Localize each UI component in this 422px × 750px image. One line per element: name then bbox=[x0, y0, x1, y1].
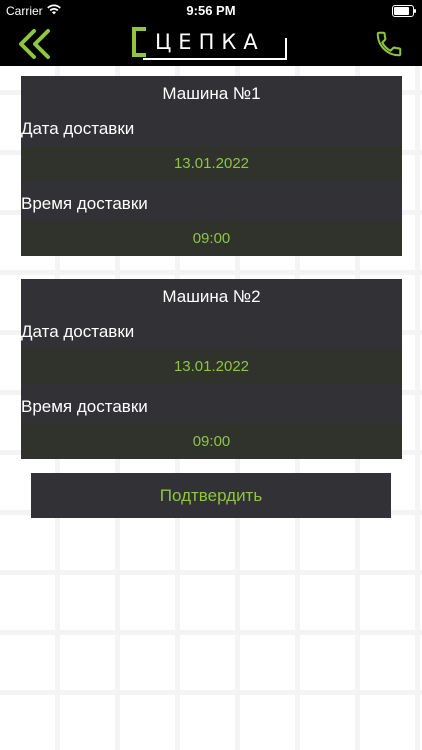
main-content: Машина №1 Дата доставки 13.01.2022 Время… bbox=[0, 66, 422, 750]
logo-text: ЦЕПКА bbox=[155, 30, 265, 54]
battery-fill bbox=[394, 7, 410, 15]
delivery-date-label: Дата доставки bbox=[21, 322, 135, 341]
delivery-time-label: Время доставки bbox=[21, 194, 148, 213]
delivery-time-label: Время доставки bbox=[21, 397, 148, 416]
battery-icon bbox=[392, 5, 416, 17]
confirm-button[interactable]: Подтвердить bbox=[31, 473, 391, 518]
nav-bar: ЦЕПКА bbox=[0, 22, 422, 66]
status-time: 9:56 PM bbox=[186, 3, 236, 18]
status-bar: Carrier 9:56 PM bbox=[0, 0, 422, 22]
delivery-date-field[interactable]: 13.01.2022 bbox=[21, 349, 402, 384]
car-title: Машина №1 bbox=[162, 84, 261, 103]
car-title: Машина №2 bbox=[162, 287, 261, 306]
app-logo: ЦЕПКА bbox=[131, 26, 291, 62]
car-card-1: Машина №1 Дата доставки 13.01.2022 Время… bbox=[21, 76, 402, 256]
delivery-date-field[interactable]: 13.01.2022 bbox=[21, 146, 402, 181]
car-card-2: Машина №2 Дата доставки 13.01.2022 Время… bbox=[21, 279, 402, 459]
delivery-date-label: Дата доставки bbox=[21, 119, 135, 138]
delivery-time-field[interactable]: 09:00 bbox=[21, 221, 402, 256]
phone-icon bbox=[376, 31, 402, 57]
chevron-left-icon bbox=[19, 29, 50, 59]
call-button[interactable] bbox=[374, 29, 404, 59]
back-button[interactable] bbox=[18, 28, 52, 60]
delivery-time-field[interactable]: 09:00 bbox=[21, 424, 402, 459]
